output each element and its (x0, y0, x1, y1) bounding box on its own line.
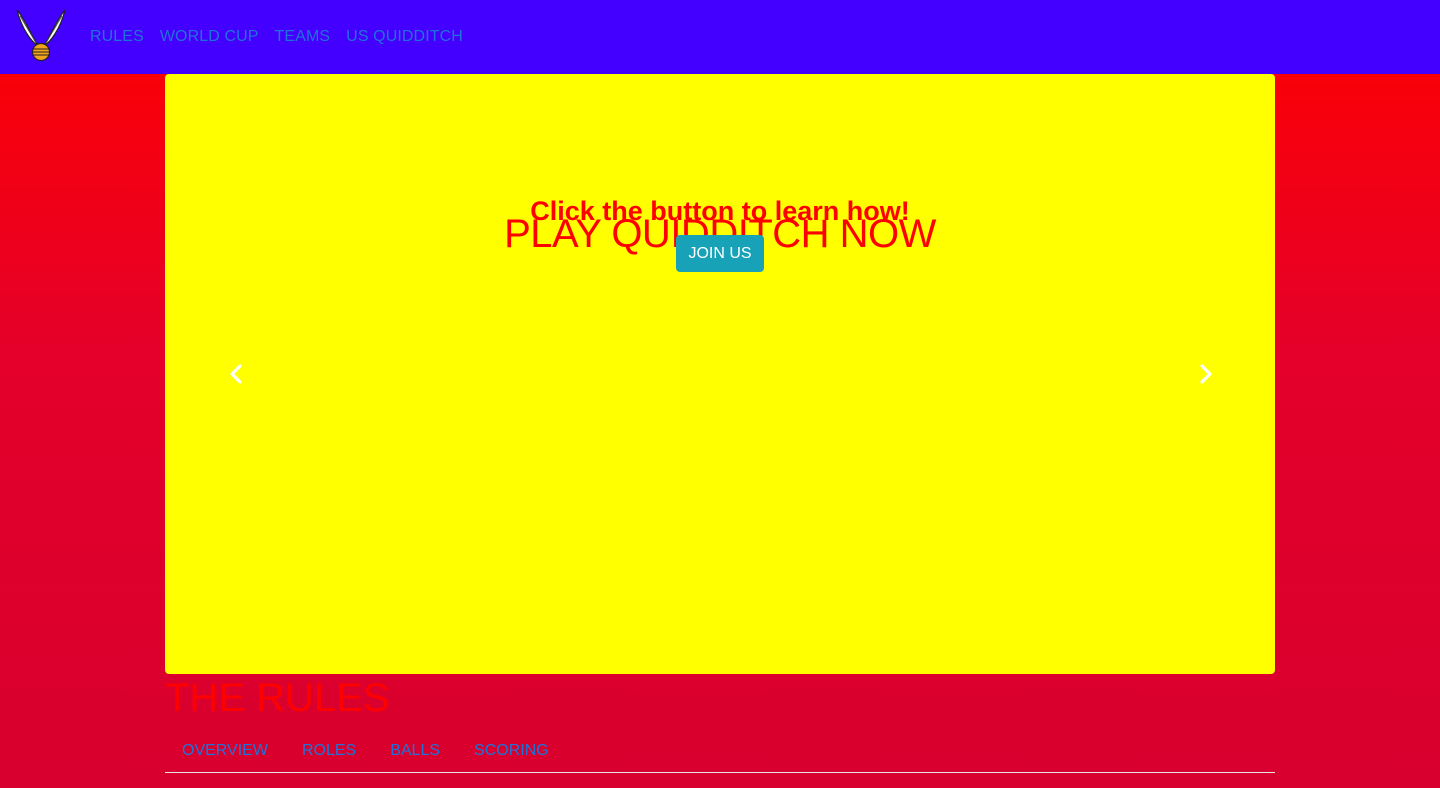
chevron-left-icon (230, 364, 242, 384)
nav-link-us-quidditch[interactable]: US QUIDDITCH (346, 28, 463, 46)
hero-subtitle: Click the button to learn how! (530, 196, 910, 226)
top-navbar: RULES WORLD CUP TEAMS US QUIDDITCH (0, 0, 1440, 74)
rules-section-title: THE RULES (165, 676, 390, 720)
carousel-next-button[interactable] (1193, 362, 1217, 386)
tab-scoring[interactable]: SCORING (457, 742, 566, 760)
nav-link-teams[interactable]: TEAMS (275, 28, 331, 46)
hero-carousel: PLAY QUIDDITCH NOW Click the button to l… (165, 74, 1275, 674)
tab-overview[interactable]: OVERVIEW (165, 742, 285, 760)
chevron-right-icon (1200, 364, 1212, 384)
nav-links: RULES WORLD CUP TEAMS US QUIDDITCH (90, 0, 479, 74)
tab-balls[interactable]: BALLS (373, 742, 457, 760)
golden-snitch-logo-icon[interactable] (14, 8, 68, 64)
nav-link-world-cup[interactable]: WORLD CUP (160, 28, 259, 46)
rules-tabs: OVERVIEW ROLES BALLS SCORING (165, 730, 1275, 773)
tab-roles[interactable]: ROLES (285, 742, 373, 760)
join-us-button[interactable]: JOIN US (676, 235, 764, 272)
carousel-prev-button[interactable] (225, 362, 249, 386)
nav-link-rules[interactable]: RULES (90, 28, 144, 46)
